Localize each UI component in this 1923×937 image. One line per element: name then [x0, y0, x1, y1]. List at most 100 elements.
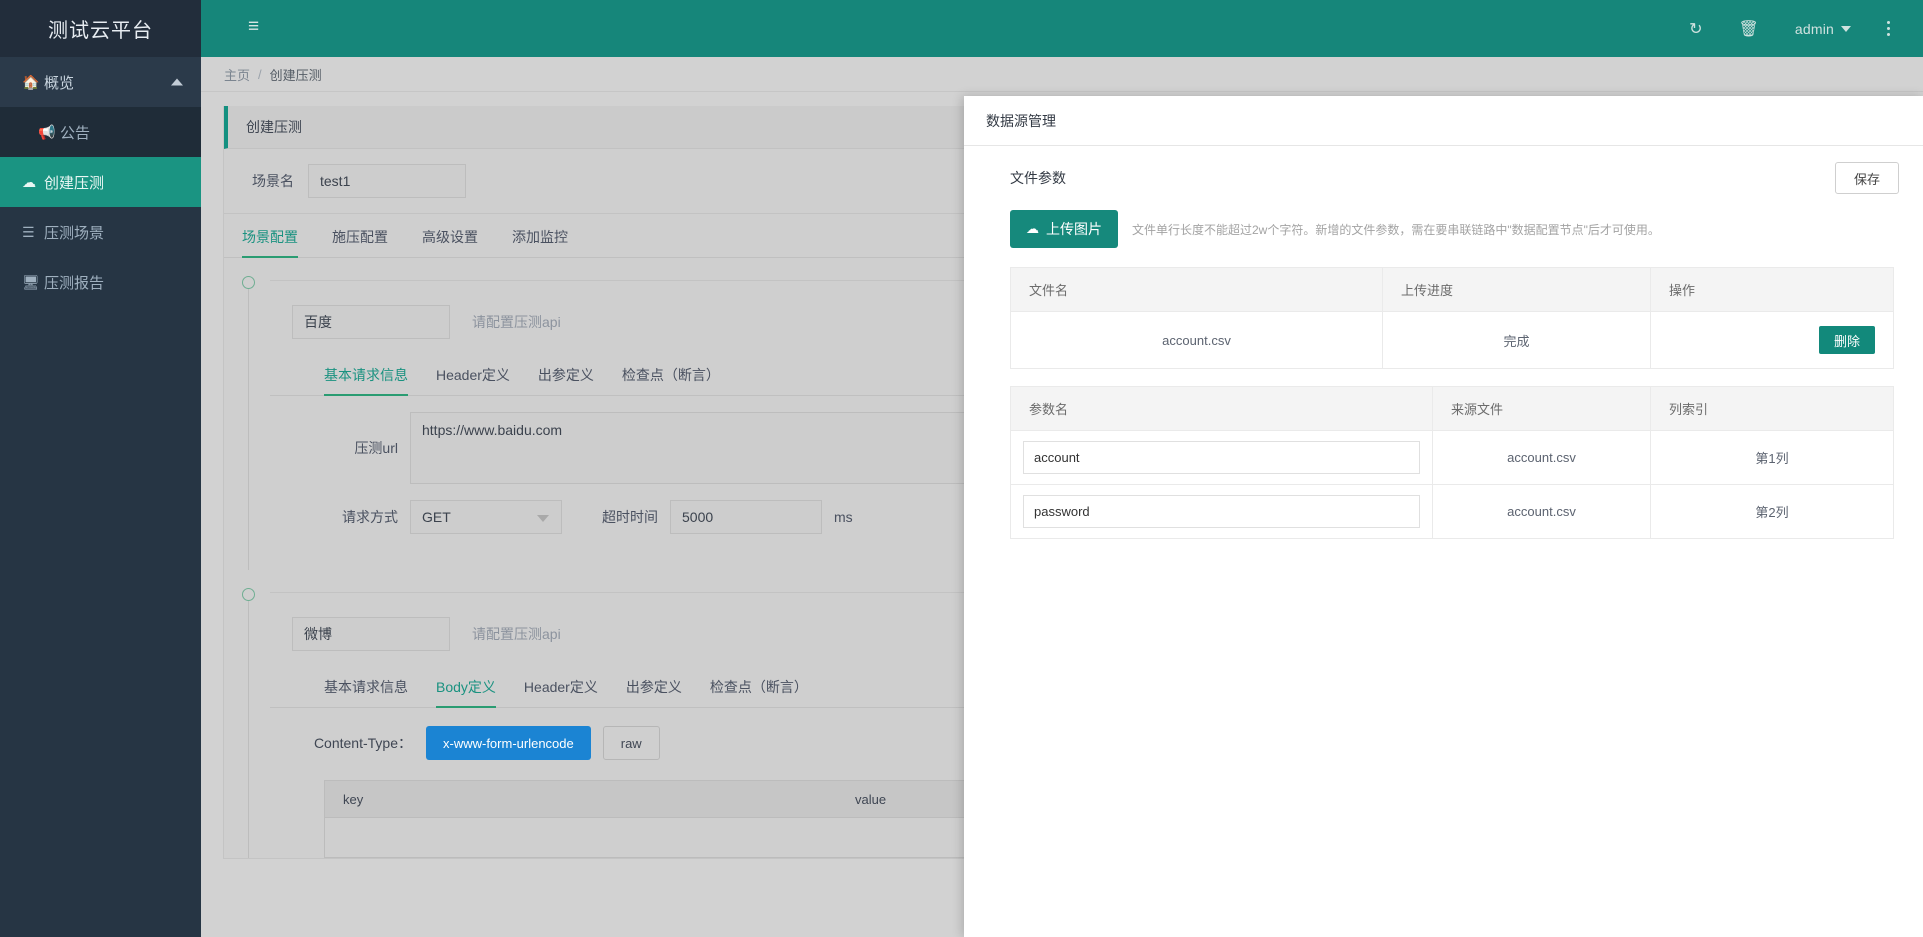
cell-param-name: password: [1010, 484, 1433, 539]
cell-source-file: account.csv: [1432, 430, 1651, 485]
subtab-basic-request[interactable]: 基本请求信息: [324, 365, 408, 396]
col-file-name: 文件名: [1010, 267, 1383, 312]
breadcrumb-current: 创建压测: [269, 67, 322, 83]
timeout-unit: ms: [834, 509, 853, 525]
col-column-index: 列索引: [1650, 386, 1894, 431]
table-row: account account.csv 第1列: [1010, 430, 1894, 485]
timeout-input[interactable]: 5000: [670, 500, 822, 534]
api-name-input[interactable]: 百度: [292, 305, 450, 339]
save-button[interactable]: 保存: [1834, 162, 1899, 194]
cell-column-index: 第1列: [1650, 430, 1894, 485]
upload-button[interactable]: ☁ 上传图片: [1010, 210, 1118, 248]
scene-name-input[interactable]: test1: [308, 164, 466, 198]
subtab-header-def[interactable]: Header定义: [436, 365, 510, 395]
sidebar-item-test-reports[interactable]: 🖥 压测报告: [0, 257, 201, 307]
col-upload-progress: 上传进度: [1382, 267, 1651, 312]
hamburger-icon[interactable]: ≡: [248, 17, 268, 37]
dots-glyph: [1887, 21, 1890, 36]
content-type-urlencoded-button[interactable]: x-www-form-urlencode: [426, 726, 591, 760]
sidebar-item-overview[interactable]: 🏠 概览: [0, 57, 201, 107]
scene-name-label: 场景名: [252, 173, 294, 189]
timeout-label: 超时时间: [602, 509, 658, 525]
chevron-up-icon: [171, 78, 183, 86]
subtab-body-def[interactable]: Body定义: [436, 677, 496, 708]
node-connector-line: [248, 601, 249, 858]
method-label: 请求方式: [342, 509, 398, 525]
sidebar-item-label: 概览: [44, 74, 75, 92]
topbar: ≡ ↻ 🗑 admin: [201, 0, 1923, 57]
modal-title: 数据源管理: [964, 96, 1923, 146]
sidebar: 测试云平台 🏠 概览 📢 公告 ☁ 创建压测 ☰ 压测场景 🖥 压测报告: [0, 0, 201, 937]
datasource-modal: 数据源管理 文件参数 保存 ☁ 上传图片 文件单行长度不能超过2w个字符。新增的…: [964, 96, 1923, 937]
delete-button[interactable]: 删除: [1818, 326, 1875, 354]
refresh-icon[interactable]: ↻: [1671, 0, 1720, 57]
vertical-dots-icon[interactable]: [1869, 0, 1908, 57]
table-row: password account.csv 第2列: [1010, 484, 1894, 539]
cloud-icon: ☁: [22, 173, 36, 190]
upload-button-label: 上传图片: [1046, 221, 1102, 237]
api-hint-text: 请配置压测api: [472, 626, 561, 642]
subtab-checkpoint[interactable]: 检查点（断言）: [622, 365, 720, 395]
breadcrumb-home[interactable]: 主页: [224, 65, 250, 84]
api-name-input[interactable]: 微博: [292, 617, 450, 651]
subtab-checkpoint[interactable]: 检查点（断言）: [710, 677, 808, 707]
app-brand: 测试云平台: [0, 0, 201, 57]
kv-key-header: key: [343, 791, 364, 807]
url-label: 压测url: [354, 440, 398, 456]
table-row: account.csv 完成 删除: [1010, 311, 1894, 369]
file-param-title: 文件参数: [1010, 170, 1066, 186]
tab-scene-config[interactable]: 场景配置: [242, 227, 298, 258]
col-source-file: 来源文件: [1432, 386, 1651, 431]
node-connector-line: [248, 289, 249, 570]
subtab-header-def[interactable]: Header定义: [524, 677, 598, 707]
cell-param-name: account: [1010, 430, 1433, 485]
home-icon: 🏠: [22, 73, 40, 90]
sidebar-item-label: 创建压测: [44, 174, 105, 192]
cell-column-index: 第2列: [1650, 484, 1894, 539]
tab-pressure-config[interactable]: 施压配置: [332, 227, 388, 257]
subtab-basic-request[interactable]: 基本请求信息: [324, 677, 408, 707]
cell-actions: 删除: [1650, 311, 1894, 369]
content-type-raw-button[interactable]: raw: [602, 726, 660, 760]
sidebar-item-create-test[interactable]: ☁ 创建压测: [0, 157, 201, 207]
list-icon: ☰: [22, 223, 35, 240]
node-marker-icon: [242, 276, 255, 289]
sidebar-item-label: 压测报告: [44, 274, 105, 292]
col-actions: 操作: [1650, 267, 1894, 312]
chevron-down-icon: [537, 515, 549, 522]
method-value: GET: [422, 509, 451, 525]
subtab-output-def[interactable]: 出参定义: [626, 677, 682, 707]
method-select[interactable]: GET: [410, 500, 562, 534]
file-table: 文件名 上传进度 操作 account.csv 完成 删除: [1010, 267, 1894, 369]
file-param-section-header: 文件参数 保存: [964, 146, 1923, 194]
trash-icon[interactable]: 🗑: [1721, 0, 1777, 57]
monitor-icon: 🖥: [22, 273, 40, 290]
cloud-upload-icon: ☁: [1026, 221, 1039, 236]
user-name: admin: [1794, 20, 1834, 37]
param-name-input[interactable]: password: [1023, 495, 1420, 528]
upload-row: ☁ 上传图片 文件单行长度不能超过2w个字符。新增的文件参数，需在要串联链路中"…: [964, 194, 1923, 248]
breadcrumb: 主页 / 创建压测: [201, 57, 1923, 92]
table-header-row: 参数名 来源文件 列索引: [1010, 386, 1894, 431]
param-name-input[interactable]: account: [1023, 441, 1420, 474]
tab-advanced-settings[interactable]: 高级设置: [422, 227, 478, 257]
sidebar-item-label: 公告: [60, 124, 91, 142]
content-type-label: Content-Type：: [313, 735, 412, 751]
table-header-row: 文件名 上传进度 操作: [1010, 267, 1894, 312]
upload-hint-text: 文件单行长度不能超过2w个字符。新增的文件参数，需在要串联链路中"数据配置节点"…: [1132, 222, 1660, 237]
sidebar-item-label: 压测场景: [44, 224, 105, 242]
chevron-down-icon: [1841, 25, 1851, 32]
node-marker-icon: [242, 588, 255, 601]
tab-add-monitor[interactable]: 添加监控: [512, 227, 568, 257]
app-root: 测试云平台 🏠 概览 📢 公告 ☁ 创建压测 ☰ 压测场景 🖥 压测报告 ≡ ↻…: [0, 0, 1923, 937]
cell-upload-progress: 完成: [1382, 311, 1651, 369]
cell-file-name: account.csv: [1010, 311, 1383, 369]
megaphone-icon: 📢: [38, 123, 56, 140]
sidebar-item-announcement[interactable]: 📢 公告: [0, 107, 201, 157]
sidebar-item-test-scenes[interactable]: ☰ 压测场景: [0, 207, 201, 257]
topbar-actions: ↻ 🗑 admin: [1671, 0, 1908, 57]
subtab-output-def[interactable]: 出参定义: [538, 365, 594, 395]
kv-value-header: value: [855, 791, 887, 807]
user-menu[interactable]: admin: [1777, 0, 1869, 57]
param-table: 参数名 来源文件 列索引 account account.csv 第1列 pas…: [1010, 386, 1894, 539]
